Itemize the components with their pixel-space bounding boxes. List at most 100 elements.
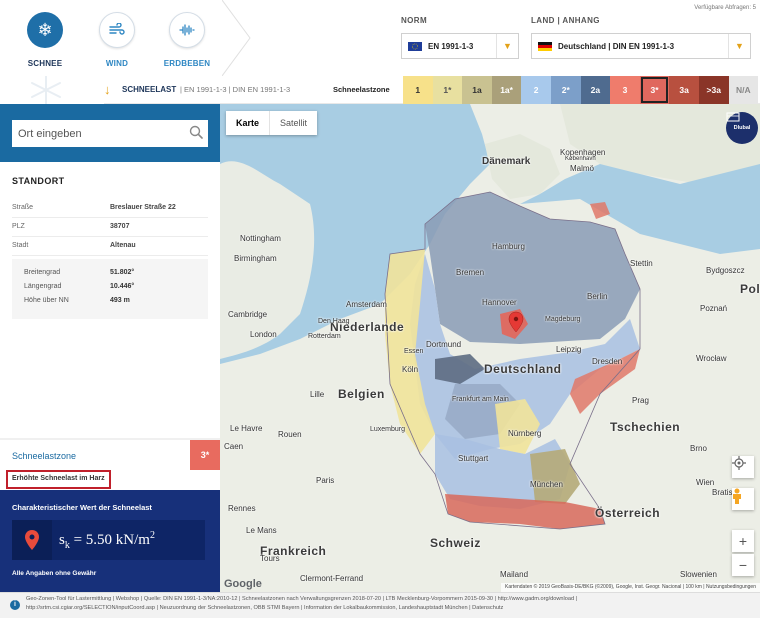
harz-note-row: Erhöhte Schneelast im Harz [0, 470, 220, 490]
dlubal-logo[interactable]: Dlubal [726, 112, 758, 144]
map-label: Amsterdam [346, 300, 387, 309]
hazard-tab-wind[interactable]: WIND [93, 12, 141, 68]
header-divider-chevron [222, 0, 251, 76]
wind-icon [99, 12, 135, 48]
zone-legend-item[interactable]: 1a* [491, 76, 522, 104]
map-label: Dänemark [482, 156, 531, 167]
map-label: London [250, 330, 277, 339]
map-label: Rouen [278, 430, 302, 439]
snowflake-icon: ❄ [27, 12, 63, 48]
map-label: Nürnberg [508, 429, 542, 438]
map-label: Polen [740, 282, 760, 296]
chevron-down-icon: ▼ [728, 34, 750, 58]
map-label: Rotterdam [308, 333, 341, 340]
map-label: Prag [632, 396, 649, 405]
map-view[interactable]: Karte Satellit Dlubal Dänemark Kopenhage… [220, 104, 760, 592]
sidebar: STANDORT Straße Breslauer Straße 22 PLZ … [0, 104, 220, 592]
dlubal-logo-text: Dlubal [733, 125, 751, 131]
map-label: Dortmund [426, 340, 462, 349]
characteristic-value-panel: Charakteristischer Wert der Schneelast s… [0, 490, 220, 592]
search-icon[interactable] [189, 125, 203, 139]
map-label: Mailand [500, 570, 529, 579]
harz-note: Erhöhte Schneelast im Harz [6, 470, 111, 489]
hazard-tab-snow[interactable]: ❄ SCHNEE [21, 12, 69, 68]
app-root: ❄ SCHNEE WIND ERDBEBEN NORM EN 1991-1-3 [0, 0, 760, 618]
footer-line-1[interactable]: Geo-Zonen-Tool für Lastermittlung | Webs… [26, 596, 577, 602]
zone-legend-item[interactable]: 3 [610, 76, 640, 104]
snow-decoration [0, 75, 104, 105]
coord-elevation: Höhe über NN 493 m [24, 297, 204, 309]
location-search-input[interactable] [12, 120, 208, 147]
norm-select-value: EN 1991-1-3 [428, 41, 474, 51]
map-label: Leipzig [556, 345, 582, 354]
snow-zone-label: Schneelastzone [12, 451, 77, 461]
map-attribution[interactable]: Kartendaten © 2019 GeoBasis-DE/BKG (©200… [501, 583, 760, 592]
pegman-icon [733, 488, 741, 504]
map-label: Caen [224, 442, 244, 451]
crosshair-icon [732, 456, 746, 470]
zone-legend-item[interactable]: 2a [580, 76, 611, 104]
eu-flag-icon [408, 41, 422, 51]
map-label: Hamburg [492, 242, 525, 251]
map-label: Dresden [592, 357, 623, 366]
zone-legend-item[interactable]: 2* [550, 76, 581, 104]
zoom-in-button[interactable]: + [732, 530, 754, 552]
coord-label: Breitengrad [24, 269, 61, 276]
snow-load-number: = 5.50 kN/m [69, 532, 150, 548]
field-city: Stadt Altenau [12, 237, 208, 256]
info-icon: i [10, 600, 20, 610]
footer-line-2[interactable]: http://srtm.csi.cgiar.org/SELECTION/inpu… [26, 605, 503, 611]
coord-value: 493 m [110, 297, 130, 304]
hazard-tab-label: SCHNEE [27, 59, 63, 68]
map-label: Rennes [228, 504, 256, 513]
zone-legend-item[interactable]: 2 [521, 76, 551, 104]
map-label: Wien [696, 478, 715, 487]
chevron-down-icon: ▼ [496, 34, 518, 58]
map-type-map-button[interactable]: Karte [226, 111, 269, 135]
map-label: Tours [260, 554, 280, 563]
zone-legend-label: Schneelastzone [333, 85, 390, 94]
country-select[interactable]: Deutschland | DIN EN 1991-1-3 ▼ [531, 33, 751, 59]
zone-legend-item[interactable]: 1* [432, 76, 463, 104]
coord-value: 51.802° [110, 269, 135, 276]
zone-legend-item[interactable]: 1a [462, 76, 492, 104]
norm-label: NORM [401, 16, 428, 25]
hazard-tab-label: ERDBEBEN [163, 59, 211, 68]
zoom-out-button[interactable]: − [732, 554, 754, 576]
street-view-button[interactable] [732, 488, 754, 510]
snow-zone-badge: 3* [190, 440, 220, 470]
map-type-satellite-button[interactable]: Satellit [269, 111, 317, 135]
hazard-tab-earthquake[interactable]: ERDBEBEN [163, 12, 211, 68]
my-location-button[interactable] [732, 456, 754, 478]
snowload-norms: | EN 1991-1-3 | DIN EN 1991-1-3 [180, 85, 291, 94]
map-label: Essen [404, 348, 424, 355]
map-label: Magdeburg [545, 316, 581, 323]
zone-legend-item[interactable]: 1 [403, 76, 433, 104]
field-value: 38707 [110, 223, 130, 230]
zone-legend-item[interactable]: >3a [698, 76, 729, 104]
available-queries: Verfügbare Abfragen: 5 [694, 5, 756, 11]
field-label: Stadt [12, 242, 29, 249]
snow-zone-row: Schneelastzone 3* [0, 440, 220, 470]
map-label: Berlin [587, 292, 608, 301]
map-label: München [530, 480, 563, 489]
coord-longitude: Längengrad 10.446° [24, 283, 204, 295]
map-label: Le Havre [230, 424, 263, 433]
map-label: Deutschland [484, 362, 562, 376]
zone-legend-item[interactable]: 3a [669, 76, 699, 104]
location-card: STANDORT Straße Breslauer Straße 22 PLZ … [0, 162, 220, 438]
norm-select[interactable]: EN 1991-1-3 ▼ [401, 33, 519, 59]
coord-latitude: Breitengrad 51.802° [24, 269, 204, 281]
snowload-title: SCHNEELAST [122, 85, 177, 94]
field-postcode: PLZ 38707 [12, 218, 208, 237]
map-label: Poznań [700, 304, 728, 313]
zone-legend-item[interactable]: N/A [728, 76, 759, 104]
map-label: Luxemburg [370, 426, 406, 433]
country-label: LAND | ANHANG [531, 16, 600, 25]
map-type-switch: Karte Satellit [226, 111, 318, 135]
zone-legend-item[interactable]: 3* [639, 76, 670, 104]
map-label: Slowenien [680, 570, 717, 579]
country-select-value: Deutschland | DIN EN 1991-1-3 [558, 41, 675, 51]
plus-icon: + [738, 533, 748, 549]
map-label: Wrocław [696, 354, 727, 363]
